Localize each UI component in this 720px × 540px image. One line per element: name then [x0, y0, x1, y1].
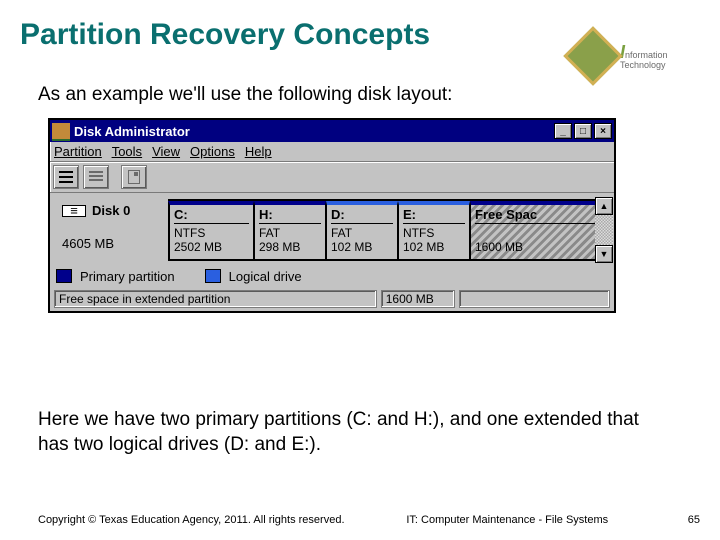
slide-title: Partition Recovery Concepts	[20, 18, 430, 52]
status-label: Free space in extended partition	[54, 290, 377, 308]
disk-name: Disk 0	[92, 203, 130, 218]
toolbar-btn-doc[interactable]	[121, 165, 147, 189]
minimize-button[interactable]: _	[554, 123, 572, 139]
part-size: 102 MB	[403, 241, 465, 255]
part-letter: D:	[331, 207, 393, 224]
scroll-track[interactable]	[595, 215, 613, 245]
part-letter: H:	[259, 207, 321, 224]
swatch-primary	[56, 269, 72, 283]
doc-icon	[128, 170, 140, 184]
disk-admin-window: Disk Administrator _ □ × Partition Tools…	[48, 118, 616, 313]
partition-c[interactable]: C: NTFS 2502 MB	[168, 201, 254, 259]
part-size: 298 MB	[259, 241, 321, 255]
part-fs: FAT	[331, 227, 393, 241]
part-fs: NTFS	[174, 227, 249, 241]
scroll-down-icon[interactable]: ▼	[595, 245, 613, 263]
part-size: 2502 MB	[174, 241, 249, 255]
statusbar: Free space in extended partition 1600 MB	[50, 288, 614, 311]
logo-text: Information Technology	[620, 43, 668, 70]
window-title: Disk Administrator	[74, 124, 552, 139]
part-size: 102 MB	[331, 241, 393, 255]
toolbar-btn-bars[interactable]	[83, 165, 109, 189]
partition-row: C: NTFS 2502 MB H: FAT 298 MB D:	[168, 199, 612, 261]
part-letter: C:	[174, 207, 249, 224]
menu-partition[interactable]: Partition	[54, 144, 102, 159]
legend-primary: Primary partition	[80, 269, 175, 284]
footer-copyright: Copyright © Texas Education Agency, 2011…	[38, 514, 345, 526]
legend-logical: Logical drive	[229, 269, 302, 284]
footer: Copyright © Texas Education Agency, 2011…	[38, 514, 700, 526]
status-size: 1600 MB	[381, 290, 455, 308]
maximize-button[interactable]: □	[574, 123, 592, 139]
intro-text: As an example we'll use the following di…	[38, 84, 452, 106]
partition-h[interactable]: H: FAT 298 MB	[254, 201, 326, 259]
menu-help[interactable]: Help	[245, 144, 272, 159]
footer-page: 65	[670, 514, 700, 526]
disk-icon: ≡	[62, 205, 86, 217]
toolbar	[50, 162, 614, 193]
part-fs: NTFS	[403, 227, 465, 241]
swatch-logical	[205, 269, 221, 283]
partition-d[interactable]: D: FAT 102 MB	[326, 201, 398, 259]
status-spacer	[459, 290, 610, 308]
part-letter: E:	[403, 207, 465, 224]
scroll-up-icon[interactable]: ▲	[595, 197, 613, 215]
bars-icon	[89, 171, 103, 183]
menu-options[interactable]: Options	[190, 144, 235, 159]
legend: Primary partition Logical drive	[50, 267, 614, 288]
toolbar-separator	[113, 165, 117, 189]
outro-text: Here we have two primary partitions (C: …	[38, 408, 660, 457]
menu-tools[interactable]: Tools	[112, 144, 142, 159]
system-icon	[52, 123, 70, 139]
partition-free[interactable]: Free Spac 1600 MB	[470, 201, 612, 259]
toolbar-btn-list[interactable]	[53, 165, 79, 189]
free-size: 1600 MB	[475, 241, 606, 255]
footer-course: IT: Computer Maintenance - File Systems	[406, 514, 608, 526]
partition-e[interactable]: E: NTFS 102 MB	[398, 201, 470, 259]
vscrollbar[interactable]: ▲ ▼	[595, 197, 613, 263]
menubar: Partition Tools View Options Help	[50, 142, 614, 162]
close-button[interactable]: ×	[594, 123, 612, 139]
disk-label: ≡ Disk 0 4605 MB	[56, 199, 168, 261]
menu-view[interactable]: View	[152, 144, 180, 159]
part-fs: FAT	[259, 227, 321, 241]
free-label: Free Spac	[475, 207, 606, 224]
it-logo: Information Technology	[572, 30, 692, 82]
logo-badge	[563, 26, 622, 85]
disk-size: 4605 MB	[62, 236, 162, 251]
disk-area: ≡ Disk 0 4605 MB C: NTFS 2502 MB H: FAT	[50, 193, 614, 267]
list-icon	[59, 171, 73, 183]
titlebar: Disk Administrator _ □ ×	[50, 120, 614, 142]
